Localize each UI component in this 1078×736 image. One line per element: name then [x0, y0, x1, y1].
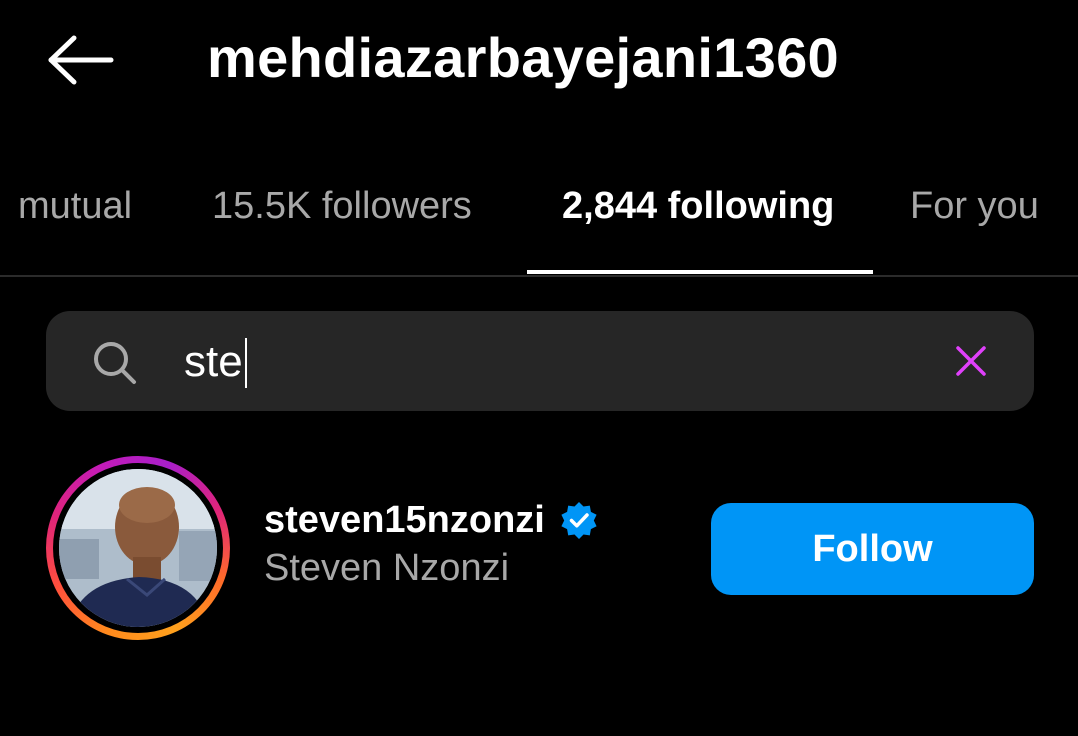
tab-followers[interactable]: 15.5K followers: [212, 182, 472, 230]
search-icon: [94, 342, 136, 384]
search-input[interactable]: [184, 334, 924, 390]
clear-search-button[interactable]: [946, 336, 996, 386]
username-line: steven15nzonzi: [264, 496, 599, 544]
full-name: Steven Nzonzi: [264, 547, 510, 589]
active-tab-indicator: [527, 270, 873, 274]
top-bar: mehdiazarbayejani1360: [0, 0, 1078, 120]
tab-mutual[interactable]: mutual: [18, 182, 132, 230]
verified-badge-icon: [561, 502, 597, 539]
username[interactable]: steven15nzonzi: [264, 496, 545, 544]
avatar[interactable]: [59, 469, 217, 627]
tab-for-you[interactable]: For you: [910, 182, 1039, 230]
follow-button[interactable]: Follow: [711, 503, 1034, 595]
following-screen: mehdiazarbayejani1360 mutual 15.5K follo…: [0, 0, 1078, 736]
arrow-left-icon: [48, 35, 114, 85]
page-title: mehdiazarbayejani1360: [207, 26, 839, 89]
back-button[interactable]: [40, 24, 120, 96]
text-cursor: [245, 338, 247, 388]
close-icon: [956, 346, 986, 376]
tabs-divider: [0, 275, 1078, 277]
tab-following[interactable]: 2,844 following: [562, 182, 834, 230]
profile-photo: [59, 469, 217, 627]
tab-bar: mutual 15.5K followers 2,844 following F…: [0, 160, 1078, 276]
